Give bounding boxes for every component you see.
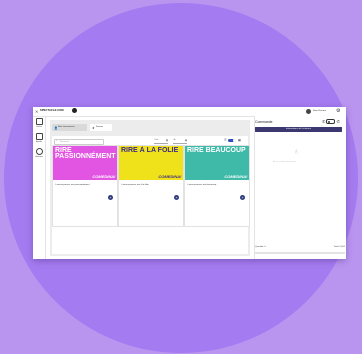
event-card-passionnement[interactable]: RIRE PASSIONNÉMENT COMEDINA! Laissez-pas… — [52, 145, 118, 227]
poster-title: RIRE BEAUCOUP — [187, 147, 246, 154]
gear-icon[interactable]: ⚙ — [336, 108, 340, 114]
app-window: ✕ SPECTACLE.COM Nom Prénom ⚙ Guichet Age… — [33, 107, 346, 259]
buyer-info-button[interactable]: Informations de l'acheteur — [255, 127, 342, 132]
date-to-field[interactable]: Au ▦ — [173, 139, 187, 144]
empty-cart-icon: ♁ — [293, 146, 300, 156]
event-card-beaucoup[interactable]: RIRE BEAUCOUP COMEDINA! Laissez-passer r… — [184, 145, 250, 227]
event-poster: RIRE BEAUCOUP COMEDINA! — [185, 146, 249, 180]
app-logo: SPECTACLE.COM — [40, 109, 64, 112]
add-button[interactable]: + — [240, 195, 245, 200]
order-title: Commande — [255, 120, 273, 124]
poster-title: RIRE À LA FOLIE — [121, 147, 179, 154]
event-card-folie[interactable]: RIRE À LA FOLIE COMEDINA! Laissez-passer… — [118, 145, 184, 227]
list-view-icon[interactable]: ☰ — [224, 138, 227, 142]
mode-toggle[interactable] — [326, 119, 336, 125]
event-poster: RIRE À LA FOLIE COMEDINA! — [119, 146, 183, 180]
phone-icon[interactable]: ✆ — [337, 119, 340, 124]
ticket-icon — [35, 118, 43, 125]
add-button[interactable]: + — [174, 195, 179, 200]
poster-title: RIRE PASSIONNÉMENT — [55, 147, 116, 160]
total-text: Total: 0,00€ — [333, 246, 345, 248]
events-panel: ⌕ Rechercher Date ▦ Au ▦ ☰ ▦ RIRE PASSIO… — [52, 136, 250, 254]
poster-brand: COMEDINA! — [158, 174, 182, 179]
history-icon — [35, 148, 43, 155]
logo-mark-icon — [72, 108, 77, 113]
date-from-label: Date — [154, 139, 159, 142]
close-icon[interactable]: ✕ — [35, 109, 38, 114]
order-panel: Commande ✆ ✆ Informations de l'acheteur … — [254, 116, 346, 259]
tab-label: Favoris — [96, 126, 104, 129]
phone-icon[interactable]: ✆ — [322, 119, 325, 124]
sidebar: Guichet Agenda Historique — [33, 116, 46, 259]
poster-brand: COMEDINA! — [224, 174, 248, 179]
calendar-icon: ▦ — [165, 138, 168, 142]
view-toggle[interactable] — [228, 138, 236, 142]
date-from-field[interactable]: Date ▦ — [154, 139, 168, 144]
quantity-text: Quantité: 0 — [255, 246, 266, 248]
card-description: Laissez-passer rire passionnément — [55, 183, 90, 186]
poster-brand: COMEDINA! — [92, 174, 116, 179]
sidebar-item-historique[interactable]: Historique — [33, 148, 45, 158]
card-description: Laissez-passer rire beaucoup — [187, 183, 217, 186]
grid-view-icon[interactable]: ▦ — [238, 138, 241, 142]
search-icon: ⌕ — [56, 140, 58, 143]
search-input[interactable]: ⌕ Rechercher — [54, 138, 104, 145]
order-controls: ✆ ✆ — [322, 119, 340, 125]
calendar-icon: ▦ — [184, 138, 187, 142]
event-poster: RIRE PASSIONNÉMENT COMEDINA! — [53, 146, 117, 180]
tab-favoris[interactable]: ★ Favoris — [90, 124, 112, 131]
tab-label: Mes événements — [58, 126, 75, 129]
card-description: Laissez-passer rire à la folie — [121, 183, 149, 186]
main-content: 👤 Mes événements ★ Favoris ⌕ Rechercher … — [50, 120, 250, 256]
star-icon: ★ — [92, 125, 95, 130]
tab-mes-evenements[interactable]: 👤 Mes événements — [52, 124, 87, 131]
sidebar-item-agenda[interactable]: Agenda — [33, 133, 45, 143]
add-button[interactable]: + — [108, 195, 113, 200]
calendar-icon — [35, 133, 43, 140]
user-name[interactable]: Nom Prénom — [313, 110, 326, 112]
sidebar-item-label: Agenda — [36, 140, 42, 143]
search-placeholder: Rechercher — [60, 140, 70, 143]
footer-bar — [255, 252, 345, 254]
avatar[interactable] — [306, 108, 311, 114]
sidebar-item-label: Historique — [35, 155, 43, 158]
date-to-label: Au — [173, 139, 176, 142]
sidebar-item-guichet[interactable]: Guichet — [33, 118, 45, 128]
empty-cart-text: Aucun produit sélectionné — [273, 161, 297, 163]
sidebar-item-label: Guichet — [36, 125, 42, 128]
